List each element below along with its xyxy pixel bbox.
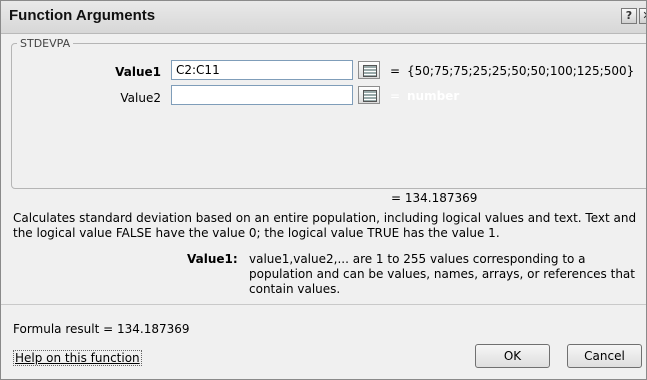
function-arguments-dialog: Function Arguments ? ✕ STDEVPA Value1 = … (0, 0, 647, 380)
argument-help-label: Value1: (187, 252, 238, 266)
value2-collapse-dialog-icon[interactable] (358, 86, 380, 104)
value2-evaluated: number (407, 89, 460, 103)
cancel-button[interactable]: Cancel (567, 344, 642, 368)
argument-help-text: value1,value2,... are 1 to 255 values co… (249, 252, 635, 296)
value1-evaluated: {50;75;75;25;25;50;50;100;125;500} (407, 64, 635, 78)
help-icon[interactable]: ? (621, 8, 637, 24)
function-result-line: = 134.187369 (391, 191, 478, 205)
help-link[interactable]: Help on this function (13, 350, 142, 366)
value2-equals: = (390, 89, 401, 103)
dialog-title: Function Arguments (9, 7, 156, 24)
function-name: STDEVPA (17, 37, 74, 50)
ok-button[interactable]: OK (475, 344, 550, 368)
formula-result: Formula result = 134.187369 (13, 322, 190, 336)
value1-input[interactable] (171, 60, 353, 80)
title-bar: Function Arguments ? ✕ (1, 1, 646, 34)
value1-collapse-dialog-icon[interactable] (358, 61, 380, 79)
value1-label: Value1 (115, 65, 161, 79)
value2-input[interactable] (171, 85, 353, 105)
function-description: Calculates standard deviation based on a… (13, 211, 637, 240)
separator (1, 304, 646, 305)
value1-equals: = (390, 64, 401, 78)
close-icon[interactable]: ✕ (639, 8, 646, 24)
value2-label: Value2 (120, 91, 161, 105)
